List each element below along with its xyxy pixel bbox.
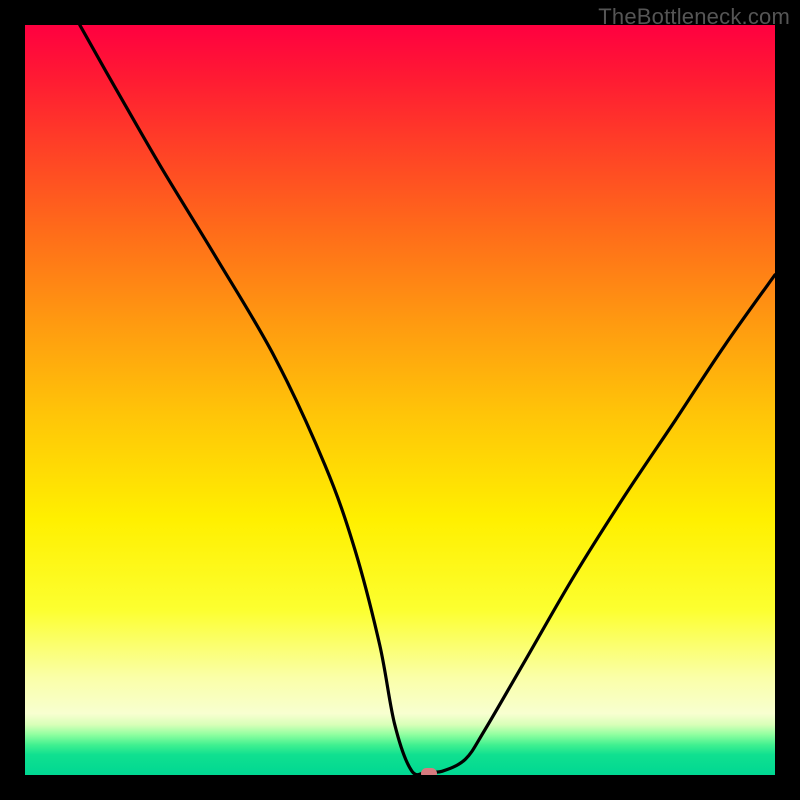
plot-area [25, 25, 775, 775]
optimum-marker [421, 768, 437, 775]
chart-frame: TheBottleneck.com [0, 0, 800, 800]
bottleneck-curve [25, 25, 775, 775]
